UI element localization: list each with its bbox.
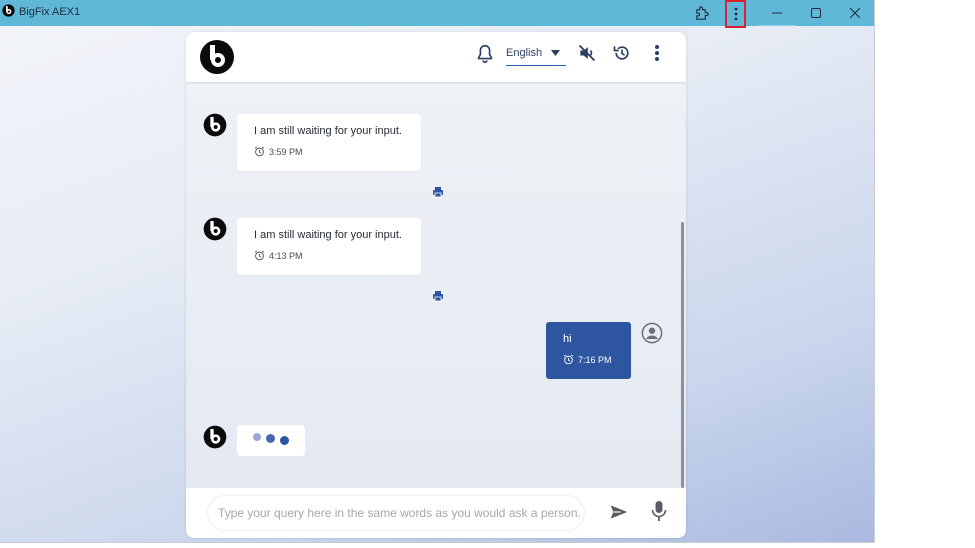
language-value: English	[506, 47, 543, 59]
chat-panel: English I am still waiting for your inpu…	[186, 32, 686, 538]
send-icon[interactable]	[609, 502, 629, 522]
extensions-icon	[695, 5, 709, 20]
query-input[interactable]	[208, 496, 584, 530]
history-icon[interactable]	[612, 43, 632, 63]
bot-message: I am still waiting for your input. 4:13 …	[237, 218, 421, 275]
title-bar[interactable]: BigFix AEX1	[0, 0, 874, 28]
close-button[interactable]	[836, 0, 874, 26]
message-time: 4:13 PM	[269, 250, 303, 261]
typing-indicator	[237, 425, 305, 456]
message-text: I am still waiting for your input.	[254, 125, 402, 137]
print-icon[interactable]	[432, 186, 444, 198]
bot-avatar-icon	[203, 113, 227, 137]
mute-icon[interactable]	[577, 43, 597, 63]
alarm-clock-icon	[254, 146, 265, 157]
microphone-icon[interactable]	[651, 500, 667, 522]
user-message: hi 7:16 PM	[546, 322, 631, 379]
maximize-icon	[811, 8, 821, 18]
bigfix-logo-icon	[2, 4, 15, 17]
close-icon	[850, 8, 860, 18]
alarm-clock-icon	[254, 250, 265, 261]
bot-message: I am still waiting for your input. 3:59 …	[237, 114, 421, 171]
bell-icon[interactable]	[474, 43, 496, 65]
caret-down-icon	[551, 50, 560, 56]
message-list[interactable]: I am still waiting for your input. 3:59 …	[186, 82, 686, 488]
message-time: 7:16 PM	[578, 354, 612, 365]
user-avatar-icon	[641, 322, 663, 344]
window-title: BigFix AEX1	[19, 6, 81, 18]
more-vertical-icon	[734, 7, 737, 21]
print-icon[interactable]	[432, 290, 444, 302]
maximize-button[interactable]	[797, 0, 835, 26]
typing-dot	[253, 433, 261, 441]
alarm-clock-icon	[563, 354, 574, 365]
composer	[186, 488, 686, 538]
message-text: hi	[563, 333, 572, 345]
minimize-button[interactable]	[758, 0, 796, 26]
chat-header: English	[186, 32, 686, 82]
message-time: 3:59 PM	[269, 146, 303, 157]
more-options-button[interactable]	[725, 0, 746, 28]
extensions-button[interactable]	[690, 0, 712, 26]
minimize-icon	[772, 12, 782, 14]
more-vertical-icon[interactable]	[652, 43, 662, 63]
message-text: I am still waiting for your input.	[254, 229, 402, 241]
bot-avatar-icon	[203, 425, 227, 449]
bot-avatar-icon	[203, 217, 227, 241]
scrollbar-thumb[interactable]	[681, 222, 684, 488]
app-window: BigFix AEX1 English I am still waiting f…	[0, 0, 875, 543]
bigfix-logo-icon	[200, 40, 234, 74]
typing-dot	[280, 436, 289, 445]
language-select[interactable]: English	[506, 44, 566, 66]
typing-dot	[266, 434, 275, 443]
